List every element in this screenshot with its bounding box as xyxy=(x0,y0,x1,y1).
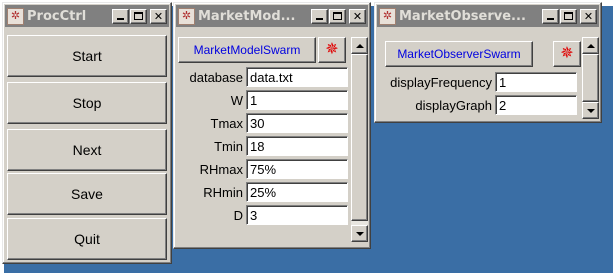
display-graph-field[interactable]: 2 xyxy=(495,95,577,115)
field-label: RHmax xyxy=(199,161,243,177)
maximize-icon[interactable] xyxy=(560,8,577,24)
tmax-field[interactable]: 30 xyxy=(246,113,348,133)
vertical-scrollbar[interactable] xyxy=(582,37,599,119)
market-model-window: ✲ MarketMod... ✕ MarketModelSwarm ✵ data… xyxy=(173,2,371,249)
window-title: MarketMod... xyxy=(198,8,296,24)
field-row-d: D 3 xyxy=(176,205,348,225)
tmin-field[interactable]: 18 xyxy=(246,136,348,156)
field-label: database xyxy=(189,69,244,85)
scroll-up-arrow-icon[interactable] xyxy=(351,37,368,54)
rhmin-field[interactable]: 25% xyxy=(246,182,348,202)
field-label: displayGraph xyxy=(415,97,492,113)
minimize-icon[interactable] xyxy=(542,8,559,24)
field-label: RHmin xyxy=(203,184,243,200)
field-row-tmin: Tmin 18 xyxy=(176,136,348,156)
close-icon[interactable]: ✕ xyxy=(349,8,366,24)
display-frequency-field[interactable]: 1 xyxy=(495,72,577,92)
scroll-down-arrow-icon[interactable] xyxy=(582,102,599,119)
market-observer-swarm-button[interactable]: MarketObserverSwarm xyxy=(385,41,533,67)
field-row-tmax: Tmax 30 xyxy=(176,113,348,133)
market-observer-window: ✲ MarketObserve... ✕ MarketObserverSwarm… xyxy=(374,2,602,123)
w-field[interactable]: 1 xyxy=(246,90,348,110)
minimize-icon[interactable] xyxy=(112,8,129,24)
field-label: W xyxy=(230,92,243,108)
field-label: D xyxy=(233,207,243,223)
scroll-down-arrow-icon[interactable] xyxy=(351,225,368,242)
field-label: Tmax xyxy=(210,115,244,131)
field-row-display-frequency: displayFrequency 1 xyxy=(377,72,577,92)
probe-bug-icon[interactable]: ✵ xyxy=(553,41,581,67)
swarm-app-icon[interactable]: ✲ xyxy=(379,7,396,25)
stop-button[interactable]: Stop xyxy=(7,82,167,124)
field-label: Tmin xyxy=(214,138,243,154)
field-row-rhmax: RHmax 75% xyxy=(176,159,348,179)
scroll-thumb[interactable] xyxy=(351,54,368,221)
field-row-database: database data.txt xyxy=(176,67,348,87)
close-icon[interactable]: ✕ xyxy=(150,8,167,24)
procctrl-titlebar[interactable]: ✲ ProcCtrl ✕ xyxy=(5,5,169,27)
database-field[interactable]: data.txt xyxy=(246,67,348,87)
procctrl-window: ✲ ProcCtrl ✕ Start Stop Next Save Quit xyxy=(2,2,172,264)
minimize-icon[interactable] xyxy=(311,8,328,24)
market-model-titlebar[interactable]: ✲ MarketMod... ✕ xyxy=(176,5,368,27)
save-button[interactable]: Save xyxy=(7,173,167,215)
rhmax-field[interactable]: 75% xyxy=(246,159,348,179)
probe-bug-icon[interactable]: ✵ xyxy=(318,37,346,63)
scroll-thumb[interactable] xyxy=(582,54,599,102)
swarm-app-icon[interactable]: ✲ xyxy=(7,7,24,25)
maximize-icon[interactable] xyxy=(130,8,147,24)
market-model-swarm-button[interactable]: MarketModelSwarm xyxy=(178,37,316,63)
quit-button[interactable]: Quit xyxy=(7,218,167,260)
maximize-icon[interactable] xyxy=(329,8,346,24)
d-field[interactable]: 3 xyxy=(246,205,348,225)
close-icon[interactable]: ✕ xyxy=(580,8,597,24)
field-row-display-graph: displayGraph 2 xyxy=(377,95,577,115)
market-observer-titlebar[interactable]: ✲ MarketObserve... ✕ xyxy=(377,5,599,27)
window-title: ProcCtrl xyxy=(27,8,87,24)
scroll-up-arrow-icon[interactable] xyxy=(582,37,599,54)
field-row-w: W 1 xyxy=(176,90,348,110)
window-title: MarketObserve... xyxy=(399,8,526,24)
start-button[interactable]: Start xyxy=(7,35,167,77)
vertical-scrollbar[interactable] xyxy=(351,37,368,242)
field-row-rhmin: RHmin 25% xyxy=(176,182,348,202)
swarm-app-icon[interactable]: ✲ xyxy=(178,7,195,25)
field-label: displayFrequency xyxy=(390,74,492,90)
next-button[interactable]: Next xyxy=(7,129,167,171)
